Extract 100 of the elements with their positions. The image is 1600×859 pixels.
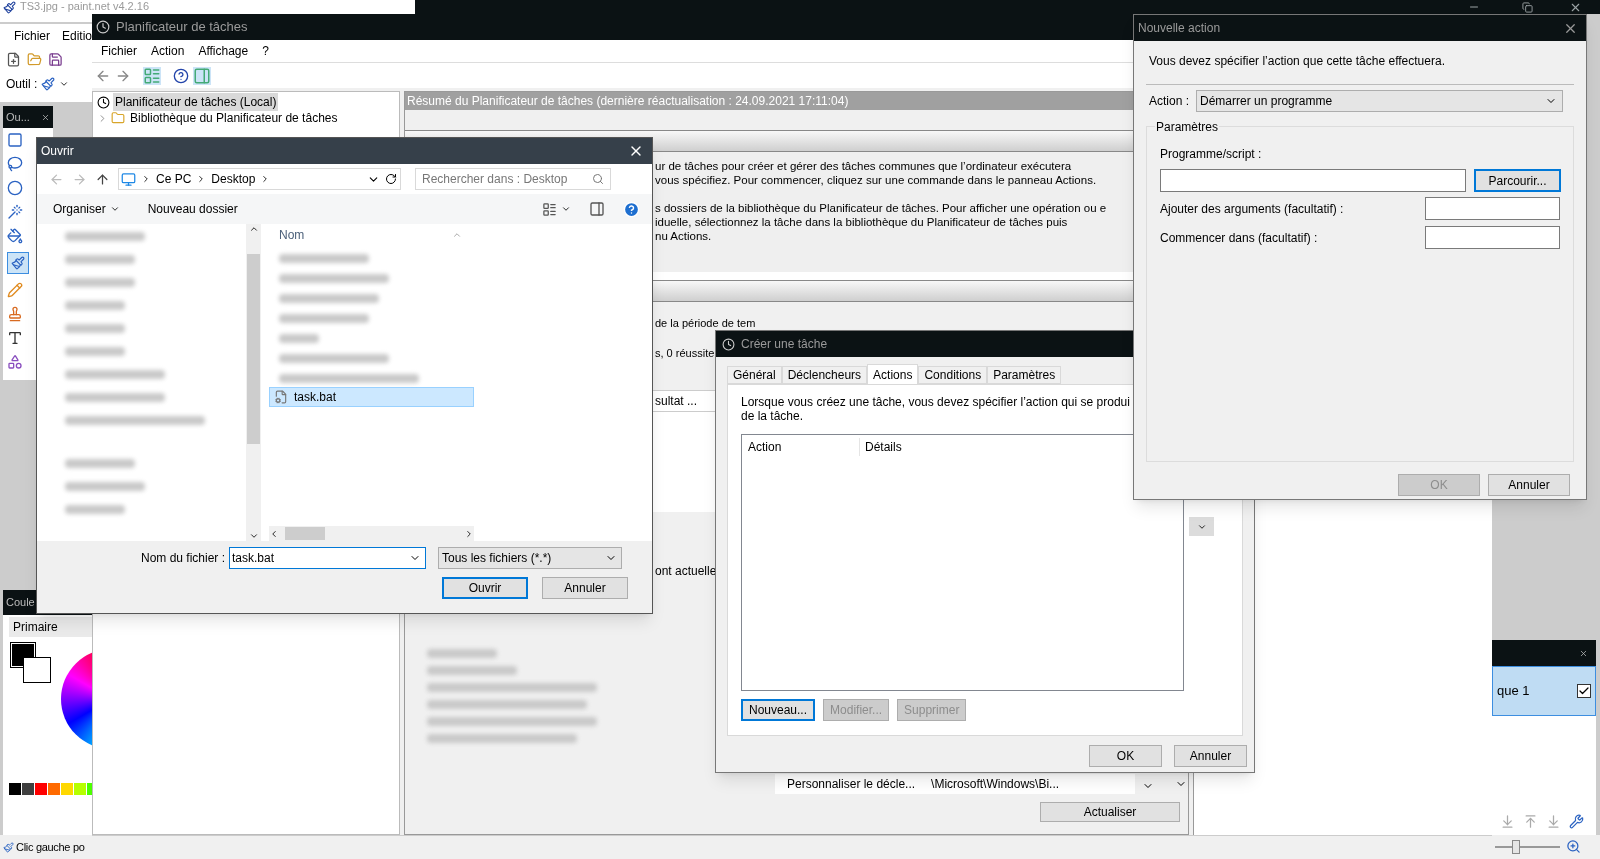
menu-item[interactable]: Fichier bbox=[101, 42, 137, 60]
browse-button[interactable]: Parcourir... bbox=[1474, 169, 1561, 192]
menu-item[interactable]: Affichage bbox=[198, 42, 249, 60]
scroll-right-icon[interactable] bbox=[464, 528, 474, 539]
search-field[interactable]: Rechercher dans : Desktop bbox=[415, 168, 611, 190]
tab[interactable]: Paramètres bbox=[987, 366, 1062, 384]
view-icon[interactable] bbox=[542, 201, 557, 217]
save-icon[interactable] bbox=[48, 52, 63, 67]
scroll-thumb[interactable] bbox=[247, 254, 260, 444]
open-button[interactable]: Ouvrir bbox=[442, 577, 528, 599]
window-title: TS3.jpg - paint.net v4.2.16 bbox=[20, 0, 150, 13]
refresh-icon[interactable] bbox=[385, 173, 397, 185]
action-button[interactable]: Nouveau... bbox=[741, 699, 816, 721]
secondary-swatch[interactable] bbox=[23, 657, 51, 683]
horizontal-scrollbar[interactable] bbox=[269, 526, 474, 541]
separator-icon bbox=[141, 174, 151, 184]
tree-item[interactable]: Bibliothèque du Planificateur de tâches bbox=[128, 109, 340, 127]
caret-icon[interactable] bbox=[59, 79, 70, 89]
ellipse-select-icon[interactable] bbox=[7, 180, 23, 196]
tab[interactable]: Actions bbox=[867, 364, 919, 384]
paint-bucket-icon[interactable] bbox=[7, 228, 23, 244]
action-select[interactable]: Démarrer un programme bbox=[1196, 90, 1564, 112]
scroll-thumb[interactable] bbox=[285, 527, 325, 540]
folder-icon[interactable] bbox=[27, 52, 42, 67]
library-text: s dossiers de la bibliothèque du Planificateur de tâches. Pour afficher une opération ou e bbox=[655, 201, 1107, 215]
input-field[interactable] bbox=[1425, 197, 1560, 220]
move-down-icon[interactable] bbox=[1546, 814, 1561, 829]
selected-tool[interactable] bbox=[7, 252, 29, 274]
scroll-down-icon[interactable] bbox=[248, 531, 259, 541]
palette-color[interactable] bbox=[35, 783, 47, 795]
close-icon[interactable] bbox=[41, 112, 50, 122]
column-header[interactable]: Détails bbox=[860, 438, 902, 456]
description-text: de la tâche. bbox=[741, 409, 805, 423]
status-text: Clic gauche po bbox=[16, 839, 85, 855]
shapes-icon[interactable] bbox=[7, 354, 23, 370]
overview-text: ur de tâches pour créer et gérer des tâches communes que l’ordinateur exécutera bbox=[655, 159, 1072, 173]
restore-icon[interactable] bbox=[1522, 2, 1533, 13]
palette-color[interactable] bbox=[61, 783, 73, 795]
brush-icon[interactable] bbox=[41, 77, 56, 91]
ok-button[interactable]: OK bbox=[1089, 745, 1162, 767]
new-file-icon[interactable] bbox=[6, 52, 21, 67]
new-folder-button[interactable]: Nouveau dossier bbox=[147, 200, 238, 218]
scroll-left-icon[interactable] bbox=[269, 528, 279, 539]
palette-color[interactable] bbox=[48, 783, 60, 795]
caret-icon[interactable] bbox=[561, 204, 571, 214]
caret-icon bbox=[109, 204, 120, 214]
menu-item[interactable]: Editio bbox=[62, 27, 93, 45]
dialog-title: Créer une tâche bbox=[741, 336, 828, 353]
help-icon[interactable] bbox=[173, 67, 189, 84]
stamp-icon[interactable] bbox=[7, 306, 23, 322]
blurred-entry bbox=[65, 301, 125, 310]
pc-icon bbox=[121, 171, 136, 187]
palette-color[interactable] bbox=[22, 783, 34, 795]
cancel-button[interactable]: Annuler bbox=[1174, 745, 1247, 767]
cancel-button[interactable]: Annuler bbox=[542, 577, 628, 599]
lasso-icon[interactable] bbox=[7, 156, 23, 172]
column-header[interactable]: Action bbox=[742, 438, 860, 456]
properties-icon[interactable] bbox=[1569, 814, 1584, 829]
organize-menu[interactable]: Organiser bbox=[53, 200, 120, 218]
preview-pane-icon[interactable] bbox=[589, 201, 605, 217]
tab[interactable]: Conditions bbox=[918, 366, 988, 384]
filename-field[interactable]: task.bat bbox=[229, 547, 426, 569]
path-segment[interactable]: Desktop bbox=[211, 170, 256, 188]
merge-down-icon[interactable] bbox=[1500, 814, 1515, 829]
up-icon[interactable] bbox=[95, 171, 110, 187]
column-header[interactable]: Nom bbox=[279, 225, 305, 244]
tab[interactable]: Déclencheurs bbox=[781, 366, 868, 384]
menu-item[interactable]: ? bbox=[262, 42, 269, 60]
layer-row[interactable]: que 1 bbox=[1492, 666, 1596, 716]
scroll-up-icon[interactable] bbox=[248, 224, 259, 234]
path-segment[interactable]: Ce PC bbox=[156, 170, 192, 188]
magic-wand-icon[interactable] bbox=[7, 204, 23, 220]
close-icon[interactable] bbox=[1579, 648, 1588, 658]
address-bar[interactable]: Ce PC Desktop bbox=[118, 168, 401, 190]
panel-title: Ou... bbox=[6, 109, 30, 125]
tab[interactable]: Général bbox=[727, 366, 782, 384]
slider-thumb[interactable] bbox=[1512, 840, 1521, 854]
pencil-icon[interactable] bbox=[7, 282, 23, 298]
menu-item[interactable]: Action bbox=[151, 42, 185, 60]
window-title: Planificateur de tâches bbox=[116, 18, 248, 37]
program-field[interactable] bbox=[1160, 169, 1466, 192]
move-up-icon[interactable] bbox=[1523, 814, 1538, 829]
palette-color[interactable] bbox=[74, 783, 86, 795]
visibility-checkbox[interactable] bbox=[1577, 684, 1591, 698]
close-icon[interactable] bbox=[1569, 1, 1582, 14]
filename-label: Nom du fichier : bbox=[139, 550, 226, 567]
text-tool-icon[interactable] bbox=[7, 330, 23, 346]
zoom-slider[interactable] bbox=[1495, 840, 1560, 854]
palette-color[interactable] bbox=[9, 783, 21, 795]
file-type-select[interactable]: Tous les fichiers (*.*) bbox=[438, 547, 622, 569]
zoom-in-icon[interactable] bbox=[1566, 839, 1581, 854]
input-field[interactable] bbox=[1425, 226, 1560, 249]
console-tree-icon[interactable] bbox=[143, 66, 161, 85]
refresh-button[interactable]: Actualiser bbox=[1040, 802, 1180, 822]
file-item[interactable]: task.bat bbox=[269, 387, 474, 407]
tree-item[interactable]: Planificateur de tâches (Local) bbox=[113, 93, 279, 111]
color-tab[interactable]: Primaire bbox=[9, 617, 92, 637]
cancel-button[interactable]: Annuler bbox=[1488, 474, 1570, 496]
menu-item[interactable]: Fichier bbox=[14, 27, 50, 45]
rectangle-select-icon[interactable] bbox=[7, 132, 23, 148]
